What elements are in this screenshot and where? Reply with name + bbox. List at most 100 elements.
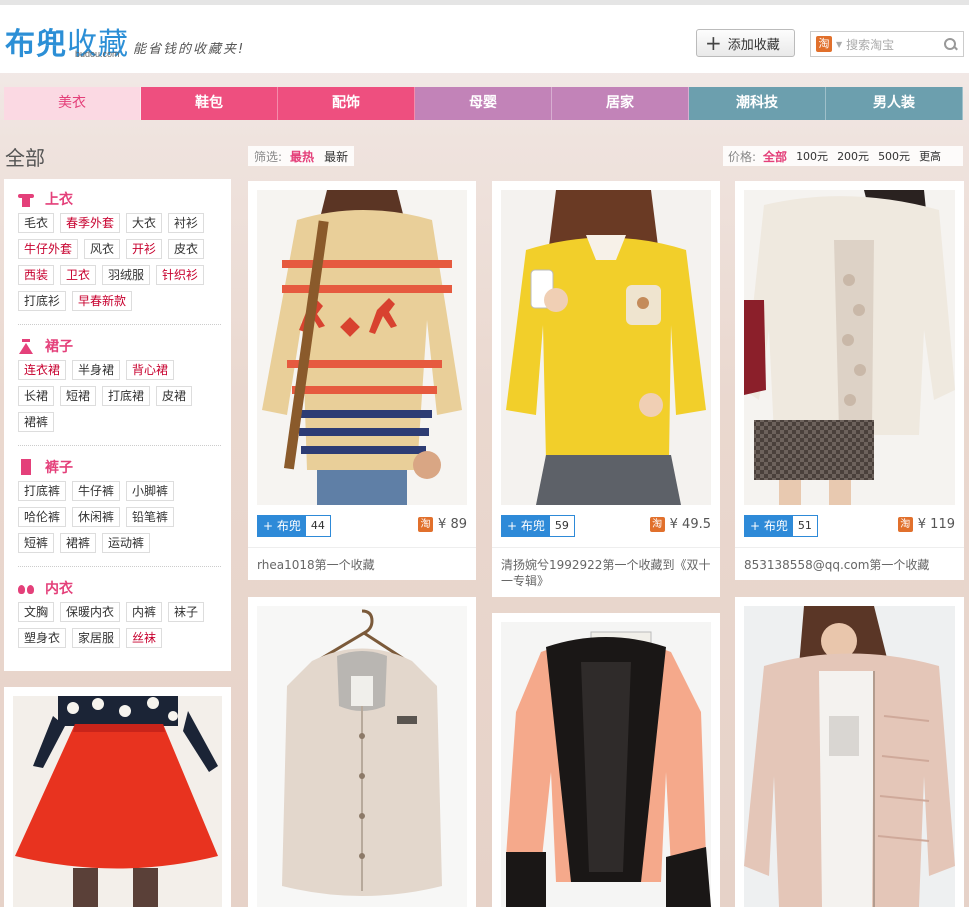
tag-item[interactable]: 保暖内衣: [60, 602, 121, 622]
sort-hottest[interactable]: 最热: [290, 148, 314, 165]
product-card[interactable]: [248, 597, 476, 907]
sort-filter: 筛选: 最热 最新: [248, 146, 355, 166]
tag-item[interactable]: 大衣: [126, 213, 163, 233]
product-image[interactable]: [744, 606, 955, 907]
category-skirts: 裙子 连衣裙 半身裙 背心裙 长裙 短裙 打底裙 皮裙 裙裤: [18, 334, 221, 446]
tab-clothing[interactable]: 美衣: [4, 87, 141, 120]
budou-collect-button[interactable]: + 布兜 44: [257, 515, 331, 537]
tag-item[interactable]: 小脚裤: [126, 481, 175, 501]
product-card[interactable]: [4, 687, 231, 907]
slogan: 能省钱的收藏夹!: [133, 42, 246, 57]
tag-item[interactable]: 春季外套: [60, 213, 121, 233]
tag-item[interactable]: 打底裙: [102, 386, 151, 406]
price-200[interactable]: 200元: [837, 148, 869, 164]
tag-item[interactable]: 裙裤: [60, 533, 97, 553]
category-tops-header[interactable]: 上衣: [18, 187, 221, 211]
collector-caption[interactable]: 853138558@qq.com第一个收藏: [735, 547, 964, 573]
product-card[interactable]: [735, 597, 964, 907]
product-image[interactable]: [744, 190, 955, 505]
sort-filter-label: 筛选:: [254, 149, 283, 164]
product-image[interactable]: [257, 190, 467, 505]
price-higher[interactable]: 更高: [919, 148, 941, 164]
tag-item[interactable]: 皮裙: [156, 386, 193, 406]
tag-item[interactable]: 开衫: [126, 239, 163, 259]
tag-item[interactable]: 牛仔裤: [72, 481, 121, 501]
sort-newest[interactable]: 最新: [324, 148, 348, 165]
price-all[interactable]: 全部: [763, 148, 787, 165]
budou-collect-label: + 布兜: [502, 516, 550, 536]
tab-shoes-bags[interactable]: 鞋包: [141, 87, 278, 120]
tab-tech[interactable]: 潮科技: [689, 87, 826, 120]
product-image[interactable]: [501, 622, 711, 907]
plus-icon: +: [705, 31, 722, 55]
pants-icon: [18, 459, 34, 475]
budou-collect-label: + 布兜: [258, 516, 306, 536]
tag-item[interactable]: 半身裙: [72, 360, 121, 380]
tag-item[interactable]: 塑身衣: [18, 628, 67, 648]
tag-item[interactable]: 风衣: [84, 239, 121, 259]
tag-item[interactable]: 短裙: [60, 386, 97, 406]
collector-caption[interactable]: 清扬婉兮1992922第一个收藏到《双十一专辑》: [492, 547, 720, 589]
product-card[interactable]: [492, 613, 720, 907]
chevron-down-icon[interactable]: ▼: [836, 40, 842, 49]
tag-item[interactable]: 袜子: [168, 602, 205, 622]
search-input[interactable]: 搜索淘宝: [846, 36, 943, 53]
tag-item[interactable]: 羽绒服: [102, 265, 151, 285]
tag-item[interactable]: 卫衣: [60, 265, 97, 285]
collector-caption[interactable]: rhea1018第一个收藏: [248, 547, 476, 573]
product-card[interactable]: + 布兜 59 淘 ¥ 49.5 清扬婉兮1992922第一个收藏到《双十一专辑…: [492, 181, 720, 597]
product-card[interactable]: + 布兜 44 淘 ¥ 89 rhea1018第一个收藏: [248, 181, 476, 580]
tag-item[interactable]: 铅笔裤: [126, 507, 175, 527]
tag-list: 连衣裙 半身裙 背心裙 长裙 短裙 打底裙 皮裙 裙裤: [18, 360, 221, 438]
budou-collect-button[interactable]: + 布兜 59: [501, 515, 575, 537]
tag-item[interactable]: 丝袜: [126, 628, 163, 648]
price-100[interactable]: 100元: [796, 148, 828, 164]
tag-item[interactable]: 内裤: [126, 602, 163, 622]
tag-item[interactable]: 文胸: [18, 602, 55, 622]
price-value: ¥ 49.5: [669, 517, 711, 532]
tag-item[interactable]: 毛衣: [18, 213, 55, 233]
tab-baby[interactable]: 母婴: [415, 87, 552, 120]
tag-item[interactable]: 早春新款: [72, 291, 133, 311]
product-image[interactable]: [257, 606, 467, 907]
tag-item[interactable]: 裙裤: [18, 412, 55, 432]
page-title: 全部: [5, 146, 45, 170]
tag-item[interactable]: 连衣裙: [18, 360, 67, 380]
tag-list: 文胸 保暖内衣 内裤 袜子 塑身衣 家居服 丝袜: [18, 602, 221, 654]
product-card[interactable]: + 布兜 51 淘 ¥ 119 853138558@qq.com第一个收藏: [735, 181, 964, 580]
category-pants-header[interactable]: 裤子: [18, 455, 221, 479]
tag-item[interactable]: 牛仔外套: [18, 239, 79, 259]
collect-count: 51: [792, 516, 817, 536]
card-meta: + 布兜 44: [257, 514, 331, 538]
tag-item[interactable]: 衬衫: [168, 213, 205, 233]
tag-item[interactable]: 家居服: [72, 628, 121, 648]
product-image[interactable]: [501, 190, 711, 505]
tag-item[interactable]: 皮衣: [168, 239, 205, 259]
taobao-icon: 淘: [649, 517, 665, 532]
tag-item[interactable]: 打底衫: [18, 291, 67, 311]
tag-item[interactable]: 打底裤: [18, 481, 67, 501]
search-icon[interactable]: [943, 37, 957, 51]
budou-collect-button[interactable]: + 布兜 51: [744, 515, 818, 537]
tag-item[interactable]: 长裙: [18, 386, 55, 406]
category-pants: 裤子 打底裤 牛仔裤 小脚裤 哈伦裤 休闲裤 铅笔裤 短裤 裙裤 运动裤: [18, 455, 221, 567]
tab-menswear[interactable]: 男人装: [826, 87, 963, 120]
search-box[interactable]: 淘 ▼ 搜索淘宝: [810, 31, 964, 57]
tag-item[interactable]: 运动裤: [102, 533, 151, 553]
tag-item[interactable]: 西装: [18, 265, 55, 285]
tag-item[interactable]: 背心裙: [126, 360, 175, 380]
tag-item[interactable]: 短裤: [18, 533, 55, 553]
category-pants-label: 裤子: [45, 460, 73, 476]
tag-item[interactable]: 哈伦裤: [18, 507, 67, 527]
price-tag: 淘 ¥ 119: [897, 517, 955, 532]
tag-item[interactable]: 针织衫: [156, 265, 205, 285]
price-500[interactable]: 500元: [878, 148, 910, 164]
tab-home[interactable]: 居家: [552, 87, 689, 120]
tag-item[interactable]: 休闲裤: [72, 507, 121, 527]
category-underwear-header[interactable]: 内衣: [18, 576, 221, 600]
add-favorite-button[interactable]: + 添加收藏: [696, 29, 795, 57]
tab-accessories[interactable]: 配饰: [278, 87, 415, 120]
category-skirts-header[interactable]: 裙子: [18, 334, 221, 358]
taobao-icon[interactable]: 淘: [816, 36, 832, 52]
product-image[interactable]: [13, 696, 222, 907]
